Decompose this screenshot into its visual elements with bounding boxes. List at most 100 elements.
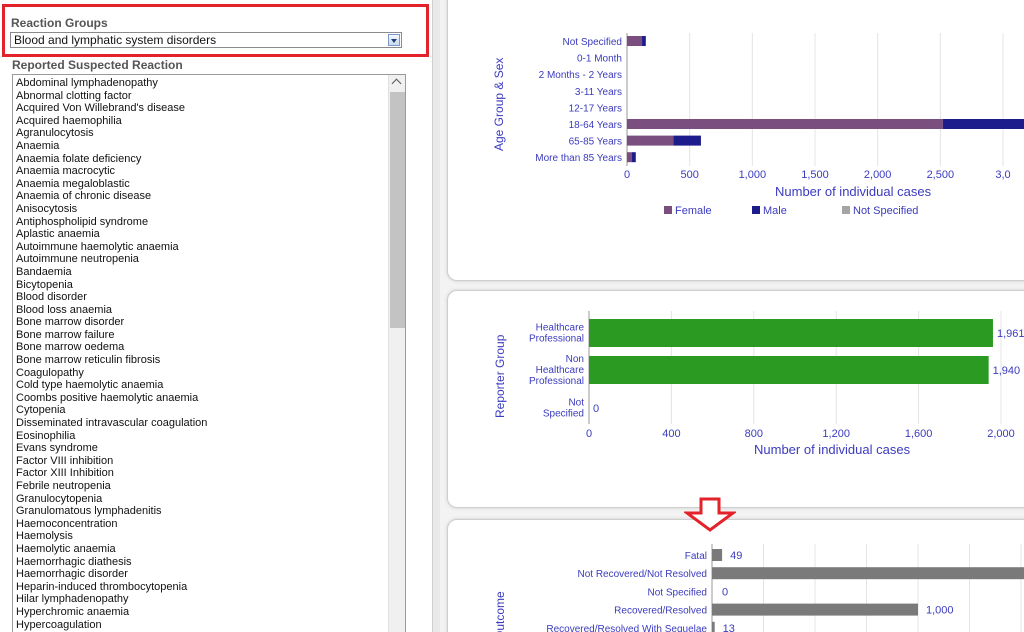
reaction-listbox[interactable]: Abdominal lymphadenopathy Abnormal clotti… [12, 74, 406, 632]
x-tick-label: 1,600 [905, 428, 933, 440]
y-tick-label: Specified [543, 409, 584, 420]
list-item[interactable]: Hypercoagulation [16, 619, 386, 632]
list-item[interactable]: Bandaemia [16, 266, 386, 279]
data-label: 1,961 [997, 328, 1024, 340]
y-tick-label: Not Recovered/Not Resolved [577, 569, 707, 580]
list-item[interactable]: Disseminated intravascular coagulation [16, 417, 386, 430]
bar-reporter [589, 356, 989, 384]
pane-splitter[interactable] [432, 0, 440, 632]
bar-male [632, 152, 636, 163]
y-tick-label: 0-1 Month [577, 54, 622, 65]
scroll-up-icon[interactable] [389, 75, 405, 92]
list-item[interactable]: Hyperchromic anaemia [16, 606, 386, 619]
bar-female [627, 135, 674, 146]
bar-outcome [712, 621, 715, 632]
scroll-thumb[interactable] [390, 92, 405, 328]
list-item[interactable]: Antiphospholipid syndrome [16, 216, 386, 229]
list-item[interactable]: Coagulopathy [16, 367, 386, 380]
reaction-items: Abdominal lymphadenopathy Abnormal clotti… [16, 77, 386, 631]
list-item[interactable]: Anaemia megaloblastic [16, 178, 386, 191]
list-item[interactable]: Anaemia folate deficiency [16, 153, 386, 166]
list-item[interactable]: Evans syndrome [16, 442, 386, 455]
legend-label: Female [675, 205, 712, 217]
list-item[interactable]: Cold type haemolytic anaemia [16, 379, 386, 392]
y-tick-label: 12-17 Years [569, 103, 622, 114]
list-item[interactable]: Cytopenia [16, 404, 386, 417]
list-item[interactable]: Haemoconcentration [16, 518, 386, 531]
y-tick-label: Not [568, 398, 584, 409]
list-item[interactable]: Blood disorder [16, 291, 386, 304]
list-item[interactable]: Factor XIII Inhibition [16, 467, 386, 480]
y-tick-label: 2 Months - 2 Years [539, 70, 622, 81]
list-item[interactable]: Heparin-induced thrombocytopenia [16, 581, 386, 594]
list-item[interactable]: Granulocytopenia [16, 493, 386, 506]
list-item[interactable]: Anaemia [16, 140, 386, 153]
list-item[interactable]: Anaemia of chronic disease [16, 190, 386, 203]
data-label: 1,940 [993, 365, 1021, 377]
y-tick-label: Recovered/Resolved With Sequelae [546, 624, 707, 632]
y-tick-label: 18-64 Years [569, 120, 622, 131]
list-item[interactable]: Bicytopenia [16, 279, 386, 292]
data-label: 13 [723, 623, 735, 632]
y-tick-label: Professional [529, 334, 584, 345]
legend-swatch [752, 206, 760, 214]
list-item[interactable]: Haemorrhagic diathesis [16, 556, 386, 569]
bar-reporter [589, 319, 993, 347]
dropdown-arrow-icon[interactable] [388, 34, 400, 46]
list-item[interactable]: Bone marrow disorder [16, 316, 386, 329]
list-item[interactable]: Acquired Von Willebrand's disease [16, 102, 386, 115]
y-tick-label: Fatal [685, 551, 707, 562]
y-tick-label: Recovered/Resolved [614, 606, 707, 617]
outcome-ytitle: Outcome [493, 591, 507, 632]
list-item[interactable]: Anaemia macrocytic [16, 165, 386, 178]
x-tick-label: 800 [745, 428, 763, 440]
red-down-arrow-icon [684, 497, 736, 532]
data-label: 1,000 [926, 605, 954, 617]
reaction-groups-value: Blood and lymphatic system disorders [14, 33, 217, 47]
y-tick-label: Not Specified [648, 587, 707, 598]
bar-female [627, 119, 943, 129]
list-item[interactable]: Autoimmune haemolytic anaemia [16, 241, 386, 254]
list-item[interactable]: Bone marrow oedema [16, 341, 386, 354]
list-item[interactable]: Acquired haemophilia [16, 115, 386, 128]
list-item[interactable]: Factor VIII inhibition [16, 455, 386, 468]
list-item[interactable]: Haemolysis [16, 530, 386, 543]
list-item[interactable]: Coombs positive haemolytic anaemia [16, 392, 386, 405]
list-item[interactable]: Haemorrhagic disorder [16, 568, 386, 581]
x-tick-label: 0 [586, 428, 592, 440]
list-item[interactable]: Blood loss anaemia [16, 304, 386, 317]
list-item[interactable]: Bone marrow reticulin fibrosis [16, 354, 386, 367]
reporter-chart: 0 400 800 1,200 1,600 2,000HealthcareProfessi… [529, 311, 1024, 440]
y-tick-label: Healthcare [536, 323, 585, 334]
list-item[interactable]: Abnormal clotting factor [16, 90, 386, 103]
bar-outcome [712, 549, 723, 561]
x-tick-label: 1,000 [739, 169, 767, 181]
list-item[interactable]: Hilar lymphadenopathy [16, 593, 386, 606]
reaction-groups-select[interactable]: Blood and lymphatic system disorders [10, 32, 402, 48]
list-item[interactable]: Haemolytic anaemia [16, 543, 386, 556]
y-tick-label: More than 85 Years [535, 153, 622, 164]
list-item[interactable]: Anisocytosis [16, 203, 386, 216]
reported-reaction-label: Reported Suspected Reaction [12, 58, 183, 72]
legend-label: Male [763, 205, 787, 217]
bar-male [642, 36, 646, 46]
legend-swatch [842, 206, 850, 214]
y-tick-label: Non [566, 354, 584, 365]
bar-outcome [712, 603, 918, 616]
x-tick-label: 500 [680, 169, 698, 181]
reporter-panel: 0 400 800 1,200 1,600 2,000 Healthcare Professi… [447, 290, 1024, 508]
x-tick-label: 2,500 [927, 169, 955, 181]
list-scrollbar[interactable] [388, 75, 405, 632]
list-item[interactable]: Bone marrow failure [16, 329, 386, 342]
list-item[interactable]: Febrile neutropenia [16, 480, 386, 493]
list-item[interactable]: Aplastic anaemia [16, 228, 386, 241]
list-item[interactable]: Agranulocytosis [16, 127, 386, 140]
x-tick-label: 1,500 [801, 169, 829, 181]
x-tick-label: 0 [624, 169, 630, 181]
x-tick-label: 1,200 [822, 428, 850, 440]
highlight-box [2, 4, 429, 57]
list-item[interactable]: Granulomatous lymphadenitis [16, 505, 386, 518]
list-item[interactable]: Eosinophilia [16, 430, 386, 443]
list-item[interactable]: Autoimmune neutropenia [16, 253, 386, 266]
list-item[interactable]: Abdominal lymphadenopathy [16, 77, 386, 90]
